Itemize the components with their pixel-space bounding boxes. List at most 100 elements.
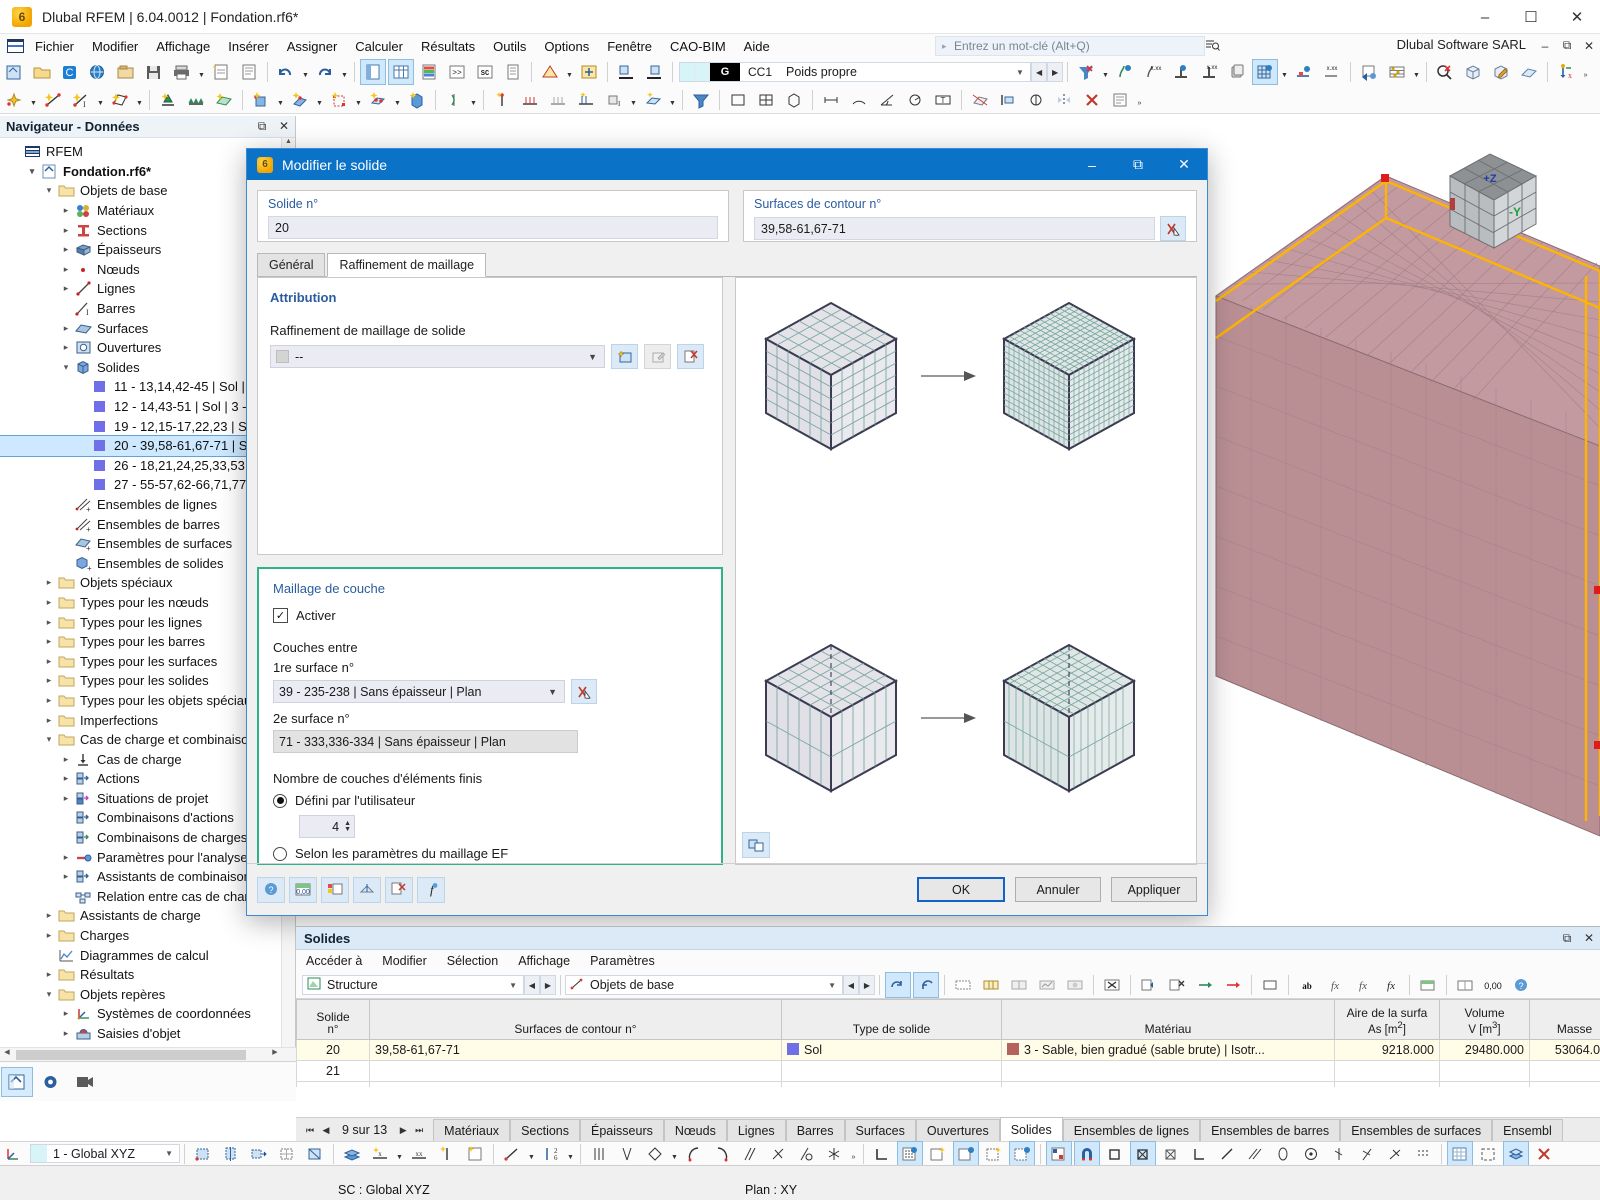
- node-snap-icon[interactable]: [1046, 1140, 1072, 1167]
- chevron-right-icon[interactable]: ▸: [57, 244, 75, 255]
- deselect-icon[interactable]: [385, 876, 413, 903]
- chevron-down-icon[interactable]: ▾: [23, 166, 41, 177]
- table-panel-float-button[interactable]: ⧉: [1556, 931, 1578, 946]
- col-header-aire-de-la-surfa[interactable]: Aire de la surfa As [m2]: [1334, 999, 1440, 1040]
- converging-lines-icon[interactable]: [614, 1141, 640, 1167]
- load-case-next-button[interactable]: ▶: [1047, 62, 1064, 82]
- cell-volume[interactable]: [1439, 1081, 1530, 1087]
- ellipse-snap-icon[interactable]: [1270, 1141, 1296, 1167]
- chevron-right-icon[interactable]: ▸: [57, 205, 75, 216]
- table-row[interactable]: 22: [296, 1081, 1600, 1087]
- dialog-minimize-button[interactable]: –: [1069, 149, 1115, 180]
- first-record-button[interactable]: ⏮: [302, 1125, 318, 1136]
- surface-release-icon[interactable]: [573, 87, 599, 113]
- row-delete-icon[interactable]: [1164, 972, 1190, 998]
- table-tab-mat-riaux[interactable]: Matériaux: [433, 1119, 511, 1141]
- wp-origin-icon[interactable]: [190, 1141, 216, 1167]
- decimals-icon[interactable]: 0,00: [1480, 972, 1506, 998]
- clear-view-icon[interactable]: [1531, 1141, 1557, 1167]
- line-snap-mode-icon[interactable]: [981, 1141, 1007, 1167]
- quick-search-input[interactable]: Entrez un mot-clé (Alt+Q): [935, 36, 1205, 56]
- table-tab--paisseurs[interactable]: Épaisseurs: [580, 1119, 664, 1141]
- table-tab-n-uds[interactable]: Nœuds: [663, 1119, 727, 1141]
- chevron-down-icon[interactable]: ▼: [548, 687, 557, 697]
- cell-solid-number[interactable]: 22: [296, 1081, 370, 1087]
- line-load-dropdown-arrow[interactable]: ▼: [314, 87, 325, 113]
- fe-settings-radio[interactable]: [273, 846, 287, 861]
- object-snap-mode-icon[interactable]: [953, 1140, 979, 1167]
- chevron-right-icon[interactable]: ▸: [57, 773, 75, 784]
- tree-item-objets-rep-res[interactable]: ▾ Objets repères: [0, 985, 295, 1005]
- parametrize-icon[interactable]: [1023, 87, 1049, 113]
- navigator-views-tab-icon[interactable]: [69, 1067, 101, 1097]
- mesh-dropdown-arrow[interactable]: ▼: [1279, 59, 1290, 85]
- menu-options[interactable]: Options: [535, 36, 598, 57]
- cell-solid-type[interactable]: [781, 1081, 1002, 1087]
- point-snap-mode-icon[interactable]: [1009, 1140, 1035, 1167]
- mirror-icon[interactable]: [1051, 87, 1077, 113]
- option-fe-settings-row[interactable]: Selon les paramètres du maillage EF: [273, 846, 707, 861]
- node-dropdown-arrow[interactable]: ▼: [28, 87, 39, 113]
- display-properties-icon[interactable]: [576, 59, 602, 85]
- print-report-icon[interactable]: [1356, 59, 1382, 85]
- chevron-down-icon[interactable]: ▼: [1010, 68, 1030, 77]
- cell-solid-type[interactable]: [781, 1060, 1002, 1082]
- cell-area[interactable]: 9218.000: [1334, 1039, 1440, 1061]
- cell-volume[interactable]: [1439, 1060, 1530, 1082]
- imperfection-dropdown-arrow[interactable]: ▼: [468, 87, 479, 113]
- navigator-panel-icon[interactable]: [360, 59, 386, 85]
- navigator-display-tab-icon[interactable]: [35, 1067, 67, 1097]
- col-header-solide[interactable]: Solide n°: [296, 999, 370, 1040]
- col-header-surfaces-de-contour-n-[interactable]: Surfaces de contour n°: [369, 999, 782, 1040]
- chevron-right-icon[interactable]: ▸: [57, 225, 75, 236]
- deformation-values-icon[interactable]: x.xx: [1196, 59, 1222, 85]
- objects-next-button[interactable]: ▶: [859, 975, 875, 995]
- surface-support-icon[interactable]: [211, 87, 237, 113]
- mdi-close-button[interactable]: ✕: [1578, 36, 1600, 55]
- support-plane-dropdown-arrow[interactable]: ▼: [667, 87, 678, 113]
- delete-refinement-icon[interactable]: [677, 344, 704, 369]
- menu-ins-rer[interactable]: Insérer: [219, 36, 277, 57]
- new-node-icon[interactable]: [1, 87, 27, 113]
- record-pager[interactable]: ⏮ ◀ 9 sur 13 ▶ ⏭: [296, 1119, 433, 1141]
- line-snap-icon[interactable]: [499, 1141, 525, 1167]
- tree-item-saisies-d-objet[interactable]: ▸ Saisies d'objet: [0, 1024, 295, 1044]
- solid-load-icon[interactable]: [404, 87, 430, 113]
- col-header-volume[interactable]: Volume V [m3]: [1439, 999, 1530, 1040]
- free-load-dropdown-arrow[interactable]: ▼: [392, 87, 403, 113]
- eccentricity-dropdown-arrow[interactable]: ▼: [628, 87, 639, 113]
- move-row-down-icon[interactable]: [1220, 972, 1246, 998]
- line-load-icon[interactable]: [287, 87, 313, 113]
- table-menu-param-tres[interactable]: Paramètres: [580, 952, 665, 970]
- modify-solid-dialog[interactable]: 6 Modifier le solide – ⧉ ✕ Solide n° 20 …: [246, 148, 1208, 916]
- activate-row[interactable]: ✓ Activer: [273, 608, 707, 623]
- export-table-icon[interactable]: [1415, 972, 1441, 998]
- cancel-button[interactable]: Annuler: [1015, 877, 1101, 902]
- result-xxx-icon[interactable]: x.xx: [1140, 59, 1166, 85]
- grid-snap-icon[interactable]: [897, 1140, 923, 1167]
- layers-count-stepper[interactable]: 4 ▲ ▼: [299, 815, 355, 838]
- chevron-right-icon[interactable]: ▸: [57, 323, 75, 334]
- apply-button[interactable]: Appliquer: [1111, 877, 1197, 902]
- table-tab-ouvertures[interactable]: Ouvertures: [915, 1119, 1000, 1141]
- edit-view-icon[interactable]: [1488, 59, 1514, 85]
- member-eccentricity-icon[interactable]: I: [601, 87, 627, 113]
- chevron-right-icon[interactable]: ▸: [57, 871, 75, 882]
- table-settings-icon[interactable]: [1452, 972, 1478, 998]
- cell-mass[interactable]: [1529, 1060, 1600, 1082]
- undo-icon[interactable]: [273, 59, 299, 85]
- perp-snap1-icon[interactable]: [1326, 1141, 1352, 1167]
- text-format-icon[interactable]: ab: [1294, 972, 1320, 998]
- chevron-right-icon[interactable]: ▸: [40, 656, 58, 667]
- tree-item-r-sultats[interactable]: ▸ Résultats: [0, 965, 295, 985]
- surface-dropdown-arrow[interactable]: ▼: [134, 87, 145, 113]
- menu-outils[interactable]: Outils: [484, 36, 535, 57]
- parallel-offset-icon[interactable]: [737, 1141, 763, 1167]
- undo-dropdown-arrow[interactable]: ▼: [300, 59, 311, 85]
- rhombus-icon[interactable]: [642, 1141, 668, 1167]
- chevron-right-icon[interactable]: ▸: [40, 930, 58, 941]
- member-hinge-icon[interactable]: [545, 87, 571, 113]
- cell-solid-number[interactable]: 20: [296, 1039, 370, 1061]
- table-tab-ensembl[interactable]: Ensembl: [1492, 1119, 1563, 1141]
- table-tab-ensembles-de-surfaces[interactable]: Ensembles de surfaces: [1340, 1119, 1493, 1141]
